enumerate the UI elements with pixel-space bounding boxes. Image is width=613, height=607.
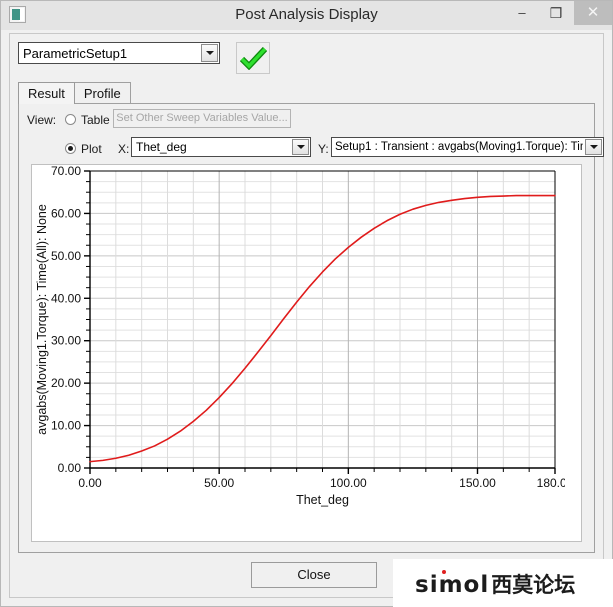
watermark-inner: simol西莫论坛 <box>415 569 575 599</box>
radio-view-plot-label: Plot <box>81 142 102 156</box>
y-tick-label: 20.00 <box>51 376 81 390</box>
watermark: simol西莫论坛 <box>393 559 613 607</box>
minimize-icon: – <box>518 5 526 20</box>
tab-profile[interactable]: Profile <box>73 82 131 104</box>
close-window-button[interactable]: ✕ <box>574 1 612 25</box>
maximize-button[interactable]: ❒ <box>538 1 574 25</box>
close-icon: ✕ <box>586 4 600 21</box>
chart-x-tick-labels: 0.00 50.00 100.00 150.00 180.00 <box>78 476 565 490</box>
chart-gridlines <box>90 171 556 468</box>
y-variable-value: Setup1 : Transient : avgabs(Moving1.Torq… <box>335 141 583 153</box>
y-tick-label: 40.00 <box>51 291 81 305</box>
x-variable-value: Thet_deg <box>136 140 187 154</box>
maximize-icon: ❒ <box>549 5 563 21</box>
chart-y-tick-labels: 0.00 10.00 20.00 30.00 40.00 50.00 60.00 70.00 <box>51 165 81 475</box>
chevron-down-icon[interactable] <box>585 139 602 155</box>
chevron-down-icon[interactable] <box>201 44 218 62</box>
watermark-latin-value: simol <box>415 572 490 598</box>
x-tick-label: 50.00 <box>204 476 234 490</box>
chart-tick-marks <box>84 170 556 474</box>
y-tick-label: 70.00 <box>51 165 81 178</box>
y-tick-label: 30.00 <box>51 334 81 348</box>
parametric-setup-value: ParametricSetup1 <box>23 46 128 61</box>
plot-panel[interactable]: 0.00 50.00 100.00 150.00 180.00 0.00 10.00 20.… <box>31 164 582 542</box>
post-analysis-display-window: Post Analysis Display – ❒ ✕ ParametricSe… <box>0 0 613 607</box>
watermark-latin-text: simol <box>415 570 490 598</box>
result-tab-panel: View: Table Plot Set Other Sweep Variabl… <box>18 103 604 553</box>
title-bar: Post Analysis Display – ❒ ✕ <box>1 1 612 30</box>
set-other-sweep-variables-button[interactable]: Set Other Sweep Variables Value... <box>113 109 291 128</box>
x-tick-label: 0.00 <box>78 476 102 490</box>
x-tick-label: 100.00 <box>330 476 367 490</box>
radio-view-table-label: Table <box>81 113 110 127</box>
y-tick-label: 50.00 <box>51 249 81 263</box>
x-variable-combo[interactable]: Thet_deg <box>131 137 311 157</box>
watermark-cjk-text: 西莫论坛 <box>491 573 576 597</box>
apply-button[interactable] <box>236 42 270 74</box>
watermark-dot-icon <box>442 570 446 574</box>
setup-selection-row: ParametricSetup1 <box>18 42 270 74</box>
torque-vs-angle-line-chart: 0.00 50.00 100.00 150.00 180.00 0.00 10.00 20.… <box>35 165 565 507</box>
x-tick-label: 150.00 <box>459 476 496 490</box>
chart-y-axis-title: avgabs(Moving1.Torque): Time(All): None <box>35 204 49 435</box>
tab-bar: Result Profile <box>18 82 131 104</box>
chart-x-axis-title: Thet_deg <box>296 493 349 507</box>
y-tick-label: 10.00 <box>51 419 81 433</box>
minimize-button[interactable]: – <box>504 1 540 25</box>
y-tick-label: 60.00 <box>51 206 81 220</box>
parametric-setup-combo[interactable]: ParametricSetup1 <box>18 42 220 64</box>
x-tick-label: 180.00 <box>537 476 565 490</box>
radio-view-plot[interactable] <box>65 143 76 154</box>
y-tick-label: 0.00 <box>58 461 82 475</box>
y-variable-combo[interactable]: Setup1 : Transient : avgabs(Moving1.Torq… <box>331 137 604 157</box>
chevron-down-icon[interactable] <box>292 139 309 155</box>
x-axis-label: X: <box>118 142 130 156</box>
tab-result[interactable]: Result <box>18 82 75 104</box>
client-area: ParametricSetup1 Result Profile View: Ta… <box>9 33 604 598</box>
close-button[interactable]: Close <box>251 562 377 588</box>
view-label: View: <box>27 113 57 127</box>
y-axis-label: Y: <box>318 142 329 156</box>
green-check-icon <box>240 47 267 70</box>
radio-view-table[interactable] <box>65 114 76 125</box>
